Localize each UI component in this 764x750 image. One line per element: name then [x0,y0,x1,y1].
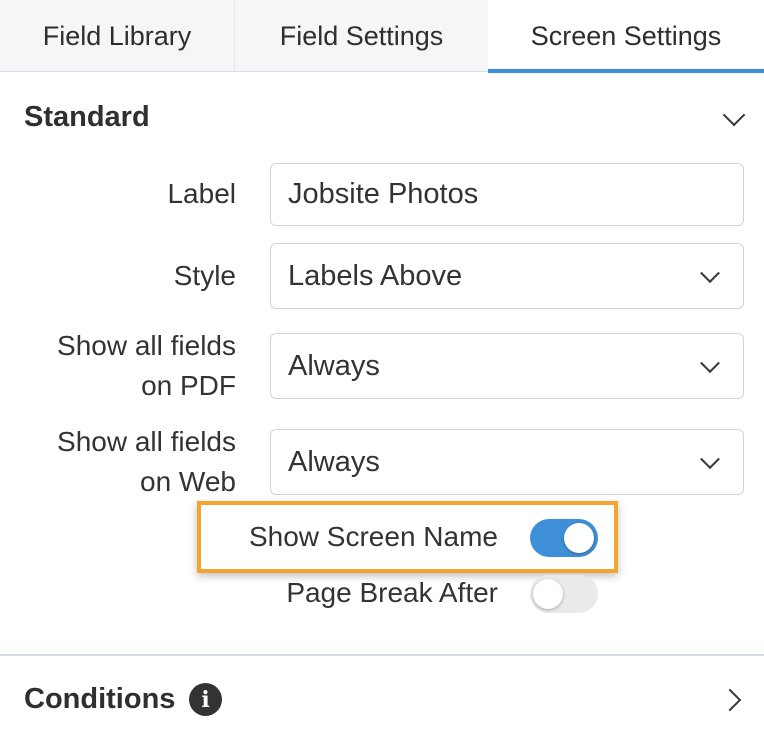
page-break-after-label: Page Break After [286,577,498,608]
style-field-label: Style [173,260,236,291]
show-fields-pdf-label-line1: Show all fields [57,330,236,361]
show-fields-pdf-label: Show all fields on PDF [57,326,236,406]
tab-bar: Field Library Field Settings Screen Sett… [0,0,764,73]
label-input-value: Jobsite Photos [288,178,479,210]
label-field-label: Label [167,178,236,209]
show-screen-name-label: Show Screen Name [248,521,498,552]
style-select-value: Labels Above [288,259,463,292]
show-screen-name-toggle[interactable] [530,519,598,557]
chevron-down-icon [700,353,720,374]
conditions-section-title[interactable]: Conditions [24,683,175,716]
label-input[interactable]: Jobsite Photos [270,163,744,226]
tab-field-library[interactable]: Field Library [0,0,235,72]
show-fields-web-value: Always [288,445,380,478]
chevron-down-icon [700,263,720,284]
toggle-knob [533,579,563,609]
tab-screen-settings[interactable]: Screen Settings [488,0,764,73]
page-break-after-toggle[interactable] [530,575,598,613]
toggle-knob [564,523,594,553]
standard-section-title[interactable]: Standard [24,101,150,134]
chevron-down-icon [700,449,720,470]
info-icon[interactable]: i [189,683,222,716]
tab-field-settings[interactable]: Field Settings [235,0,488,72]
section-divider [0,654,764,656]
show-fields-web-select[interactable]: Always [270,429,744,495]
show-fields-pdf-label-line2: on PDF [141,370,236,401]
chevron-down-icon[interactable] [722,103,746,127]
show-fields-pdf-value: Always [288,349,380,382]
show-fields-pdf-select[interactable]: Always [270,333,744,399]
show-fields-web-label: Show all fields on Web [57,422,236,502]
show-fields-web-label-line2: on Web [140,466,236,497]
style-select[interactable]: Labels Above [270,243,744,309]
chevron-right-icon[interactable] [718,688,742,712]
show-fields-web-label-line1: Show all fields [57,426,236,457]
